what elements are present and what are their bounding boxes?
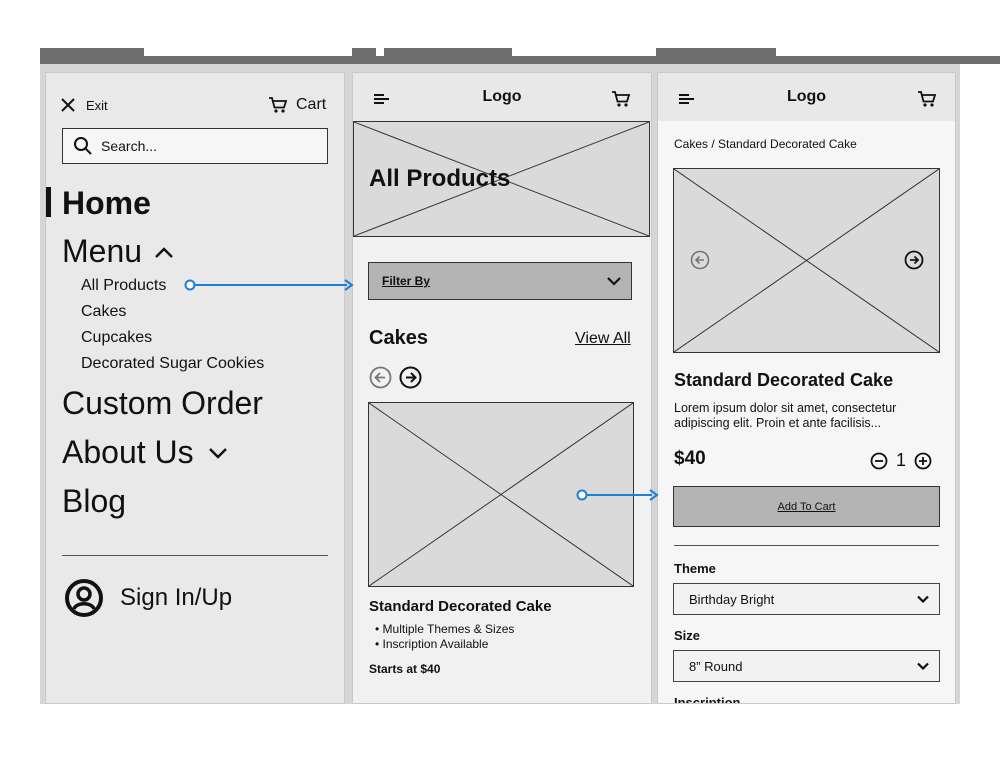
connector-products-to-detail: [576, 489, 659, 501]
connector-menu-to-products: [184, 279, 354, 291]
flow-connectors: [184, 279, 659, 501]
